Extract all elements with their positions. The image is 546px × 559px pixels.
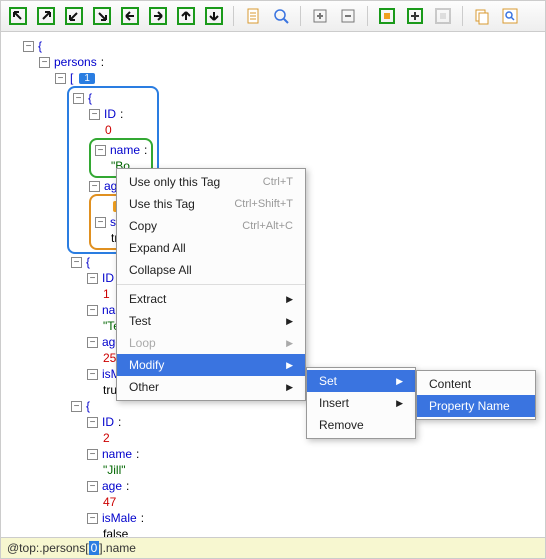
- context-menu: Use only this TagCtrl+T Use this TagCtrl…: [116, 168, 306, 401]
- object-brace: {: [88, 91, 92, 105]
- expand-icon[interactable]: [309, 5, 331, 27]
- menu-item-content[interactable]: Content: [417, 373, 535, 395]
- property-key[interactable]: ID: [102, 271, 114, 285]
- menu-item-expand-all[interactable]: Expand All: [117, 237, 305, 259]
- nav-nw-button[interactable]: [7, 5, 29, 27]
- collapse-toggle[interactable]: −: [71, 401, 82, 412]
- value-number[interactable]: 1: [103, 287, 110, 301]
- add-highlight-icon[interactable]: [404, 5, 426, 27]
- collapse-toggle[interactable]: −: [87, 273, 98, 284]
- context-submenu-modify: Set Insert Remove: [306, 367, 416, 439]
- object-brace: {: [86, 399, 90, 413]
- collapse-toggle[interactable]: −: [95, 145, 106, 156]
- value-number[interactable]: 47: [103, 495, 116, 509]
- collapse-toggle[interactable]: −: [23, 41, 34, 52]
- nav-down-button[interactable]: [203, 5, 225, 27]
- nav-ne-button[interactable]: [35, 5, 57, 27]
- collapse-toggle[interactable]: −: [87, 369, 98, 380]
- copy-icon[interactable]: [471, 5, 493, 27]
- menu-item-insert[interactable]: Insert: [307, 392, 415, 414]
- path-suffix: ].name: [99, 541, 136, 555]
- menu-item-use-tag[interactable]: Use this TagCtrl+Shift+T: [117, 193, 305, 215]
- path-highlight: 0: [89, 541, 100, 555]
- document-icon[interactable]: [242, 5, 264, 27]
- property-key[interactable]: name: [110, 143, 140, 157]
- collapse-toggle[interactable]: −: [39, 57, 50, 68]
- collapse-toggle[interactable]: −: [87, 305, 98, 316]
- toolbar: [1, 1, 545, 32]
- nav-right-button[interactable]: [147, 5, 169, 27]
- disabled-action-icon: [432, 5, 454, 27]
- context-submenu-set: Content Property Name: [416, 370, 536, 420]
- menu-item-property-name[interactable]: Property Name: [417, 395, 535, 417]
- property-key[interactable]: isMale: [102, 511, 137, 525]
- value-bool[interactable]: false: [103, 527, 128, 537]
- menu-separator: [117, 284, 305, 285]
- collapse-icon[interactable]: [337, 5, 359, 27]
- value-number[interactable]: 2: [103, 431, 110, 445]
- array-bracket: [: [70, 71, 73, 85]
- nav-left-button[interactable]: [119, 5, 141, 27]
- value-bool[interactable]: tru: [103, 383, 117, 397]
- nav-se-button[interactable]: [91, 5, 113, 27]
- menu-item-remove[interactable]: Remove: [307, 414, 415, 436]
- index-badge: 1: [79, 73, 95, 84]
- menu-item-extract[interactable]: Extract: [117, 288, 305, 310]
- menu-item-collapse-all[interactable]: Collapse All: [117, 259, 305, 281]
- path-prefix: @top:.persons[: [7, 541, 89, 555]
- separator: [367, 6, 368, 26]
- object-brace: {: [38, 39, 42, 53]
- collapse-toggle[interactable]: −: [87, 337, 98, 348]
- nav-sw-button[interactable]: [63, 5, 85, 27]
- collapse-toggle[interactable]: −: [87, 481, 98, 492]
- collapse-toggle[interactable]: −: [71, 257, 82, 268]
- menu-item-use-only-tag[interactable]: Use only this TagCtrl+T: [117, 171, 305, 193]
- value-string[interactable]: "Jill": [103, 463, 126, 477]
- collapse-toggle[interactable]: −: [89, 181, 100, 192]
- property-key[interactable]: ID: [104, 107, 116, 121]
- path-bar: @top:.persons[0].name: [1, 537, 545, 558]
- zoom-icon[interactable]: [270, 5, 292, 27]
- menu-item-modify[interactable]: Modify: [117, 354, 305, 376]
- object-brace: {: [86, 255, 90, 269]
- collapse-toggle[interactable]: −: [95, 217, 106, 228]
- menu-item-loop: Loop: [117, 332, 305, 354]
- highlight-icon[interactable]: [376, 5, 398, 27]
- menu-item-set[interactable]: Set: [307, 370, 415, 392]
- property-key[interactable]: ID: [102, 415, 114, 429]
- nav-up-button[interactable]: [175, 5, 197, 27]
- menu-item-test[interactable]: Test: [117, 310, 305, 332]
- collapse-toggle[interactable]: −: [89, 109, 100, 120]
- collapse-toggle[interactable]: −: [87, 417, 98, 428]
- property-key[interactable]: age: [102, 479, 122, 493]
- value-number[interactable]: 0: [105, 123, 112, 137]
- menu-item-other[interactable]: Other: [117, 376, 305, 398]
- collapse-toggle[interactable]: −: [73, 93, 84, 104]
- separator: [300, 6, 301, 26]
- find-icon[interactable]: [499, 5, 521, 27]
- property-key[interactable]: persons: [54, 55, 97, 69]
- menu-item-copy[interactable]: CopyCtrl+Alt+C: [117, 215, 305, 237]
- collapse-toggle[interactable]: −: [87, 449, 98, 460]
- separator: [233, 6, 234, 26]
- collapse-toggle[interactable]: −: [55, 73, 66, 84]
- separator: [462, 6, 463, 26]
- collapse-toggle[interactable]: −: [87, 513, 98, 524]
- value-number[interactable]: 25: [103, 351, 116, 365]
- property-key[interactable]: name: [102, 447, 132, 461]
